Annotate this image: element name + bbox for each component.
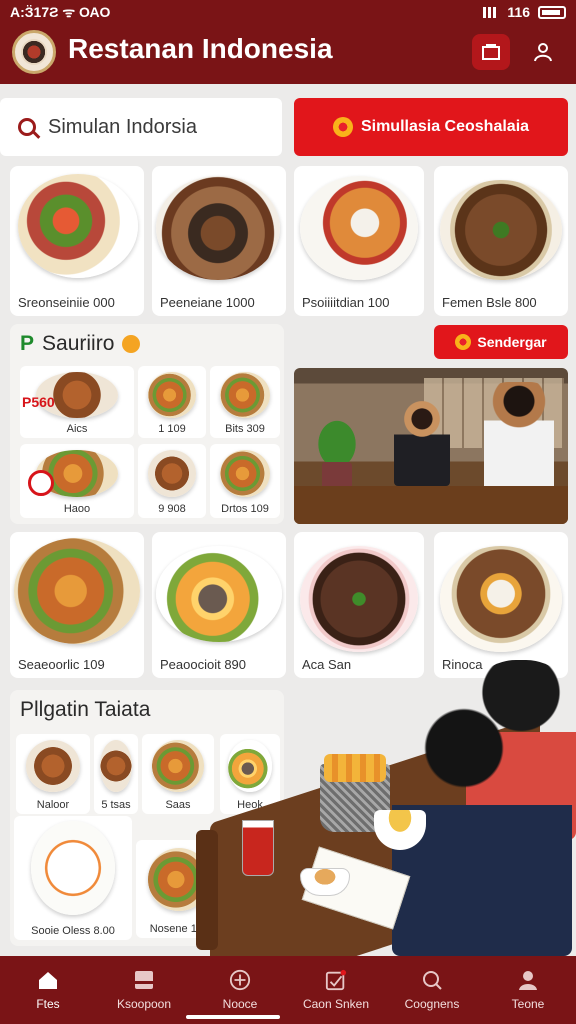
menu-item-label: 9 908 [158, 503, 186, 515]
menu-item[interactable]: 5 tsas [94, 734, 138, 814]
dish-image [100, 740, 132, 792]
dish-image [26, 740, 80, 792]
status-left: A:Ӟ17Ƨ ᯤ ОАО [10, 3, 111, 20]
app-title: Restanan Indonesia [68, 33, 333, 64]
dish-image [18, 174, 138, 278]
dish-image [219, 371, 271, 418]
account-button[interactable] [524, 34, 562, 70]
flower-icon [332, 117, 353, 137]
menu-item-label: Sooie Oless 8.00 [31, 925, 115, 937]
menu-item-label: 5 tsas [101, 799, 131, 811]
dish-image [14, 538, 140, 644]
section-mark: P [20, 332, 35, 355]
menu-item[interactable]: Naloor [16, 734, 90, 814]
restaurant-photo [294, 368, 568, 524]
send-button[interactable]: Sendergar [434, 325, 568, 359]
menu-item-label: Aics [66, 423, 88, 435]
orders-icon [325, 969, 347, 991]
food-card[interactable]: Psoiiiitdian 100 [294, 166, 424, 316]
status-right: 116 [507, 4, 530, 20]
menu-item-label: Bits 309 [225, 423, 265, 435]
food-card[interactable]: Peaoocioit 890 [152, 532, 286, 678]
menu-item[interactable]: Drtos 109 [210, 444, 280, 518]
nav-label: Caon Snken [302, 997, 370, 1011]
food-card[interactable]: Peeneiane 1000 [152, 166, 286, 316]
section-title-text: Pllgatin Taiata [20, 698, 151, 721]
signal-icon [483, 6, 500, 18]
menu-item-label: 1 109 [158, 423, 186, 435]
food-card[interactable]: Aca San [294, 532, 424, 678]
app-header: A:Ӟ17Ƨ ᯤ ОАО 116 Restanan Indonesia [0, 0, 576, 84]
food-card-caption: Sreonseiniie 000 [18, 295, 115, 310]
nav-label: Ksoopoon [116, 997, 172, 1011]
search-label: Simulan Indorsia [48, 115, 197, 138]
status-bar: A:Ӟ17Ƨ ᯤ ОАО 116 [10, 2, 566, 22]
food-card-caption: Psoiiiitdian 100 [302, 295, 390, 310]
menu-item-label: Haoo [63, 503, 91, 515]
food-card[interactable]: Seaeoorlic 109 [10, 532, 144, 678]
dish-image [147, 449, 197, 498]
simulation-button[interactable]: Simullasia Ceoshalaia [294, 98, 568, 156]
diners-illustration [196, 660, 576, 1004]
nav-menu[interactable]: Ksoopoon [96, 956, 192, 1024]
menu-icon [133, 969, 155, 991]
search-bar[interactable]: Simulan Indorsia [0, 98, 282, 156]
bottom-nav: Ftes Ksoopoon Nooce Caon Snken Coognens … [0, 956, 576, 1024]
search-icon [421, 969, 443, 991]
menu-item[interactable]: Sooie Oless 8.00 [14, 816, 132, 940]
section-title-text: Sauriiro [42, 332, 115, 355]
home-indicator[interactable] [186, 1015, 280, 1019]
menu-item[interactable]: 1 109 [138, 366, 206, 438]
menu-item[interactable]: Bits 309 [210, 366, 280, 438]
tag-icon [122, 335, 141, 353]
section-title: P Sauriiro [20, 332, 141, 356]
section-panel-sauriiro: P Sauriiro Aics 1 109 Bits 309 Haoo 9 90… [10, 324, 284, 524]
food-card-caption: Seaeoorlic 109 [18, 657, 105, 672]
food-card-caption: Femen Bsle 800 [442, 295, 537, 310]
food-card-caption: Peeneiane 1000 [160, 295, 255, 310]
nav-label: Nooce [222, 997, 258, 1011]
home-icon [37, 969, 59, 991]
section-title: Pllgatin Taiata [20, 698, 150, 722]
dish-image [440, 546, 562, 652]
nav-home[interactable]: Ftes [0, 956, 96, 1024]
user-icon [534, 43, 552, 62]
battery-icon [538, 5, 566, 19]
food-card[interactable]: Sreonseiniie 000 [10, 166, 144, 316]
menu-item-label: Naloor [36, 799, 70, 811]
nav-label: Coognens [404, 997, 460, 1011]
dish-image [440, 180, 562, 280]
flower-icon [455, 334, 472, 350]
cart-button[interactable] [472, 34, 510, 70]
dish-image [147, 371, 197, 418]
dish-image [300, 546, 418, 652]
nav-orders[interactable]: Caon Snken [288, 956, 384, 1024]
add-icon [229, 969, 251, 991]
simulation-button-label: Simullasia Ceoshalaia [360, 118, 530, 135]
nav-add[interactable]: Nooce [192, 956, 288, 1024]
menu-item-label: Drtos 109 [221, 503, 269, 515]
nav-label: Ftes [36, 997, 60, 1011]
nav-label: Teone [511, 997, 545, 1011]
send-button-label: Sendergar [477, 334, 547, 350]
dish-image [30, 820, 116, 916]
food-card[interactable]: Rinoca [434, 532, 568, 678]
restaurant-logo [12, 30, 56, 74]
dish-image [156, 176, 280, 280]
menu-item[interactable]: 9 908 [138, 444, 206, 518]
dish-image [300, 176, 418, 280]
nav-search[interactable]: Coognens [384, 956, 480, 1024]
dish-image [156, 546, 282, 642]
nav-profile[interactable]: Teone [480, 956, 576, 1024]
food-card[interactable]: Femen Bsle 800 [434, 166, 568, 316]
offer-icon [28, 470, 54, 496]
dish-image [219, 449, 271, 498]
bag-icon [482, 44, 500, 60]
price-badge: P560 [22, 394, 55, 410]
profile-icon [517, 969, 539, 991]
search-icon [18, 118, 36, 136]
